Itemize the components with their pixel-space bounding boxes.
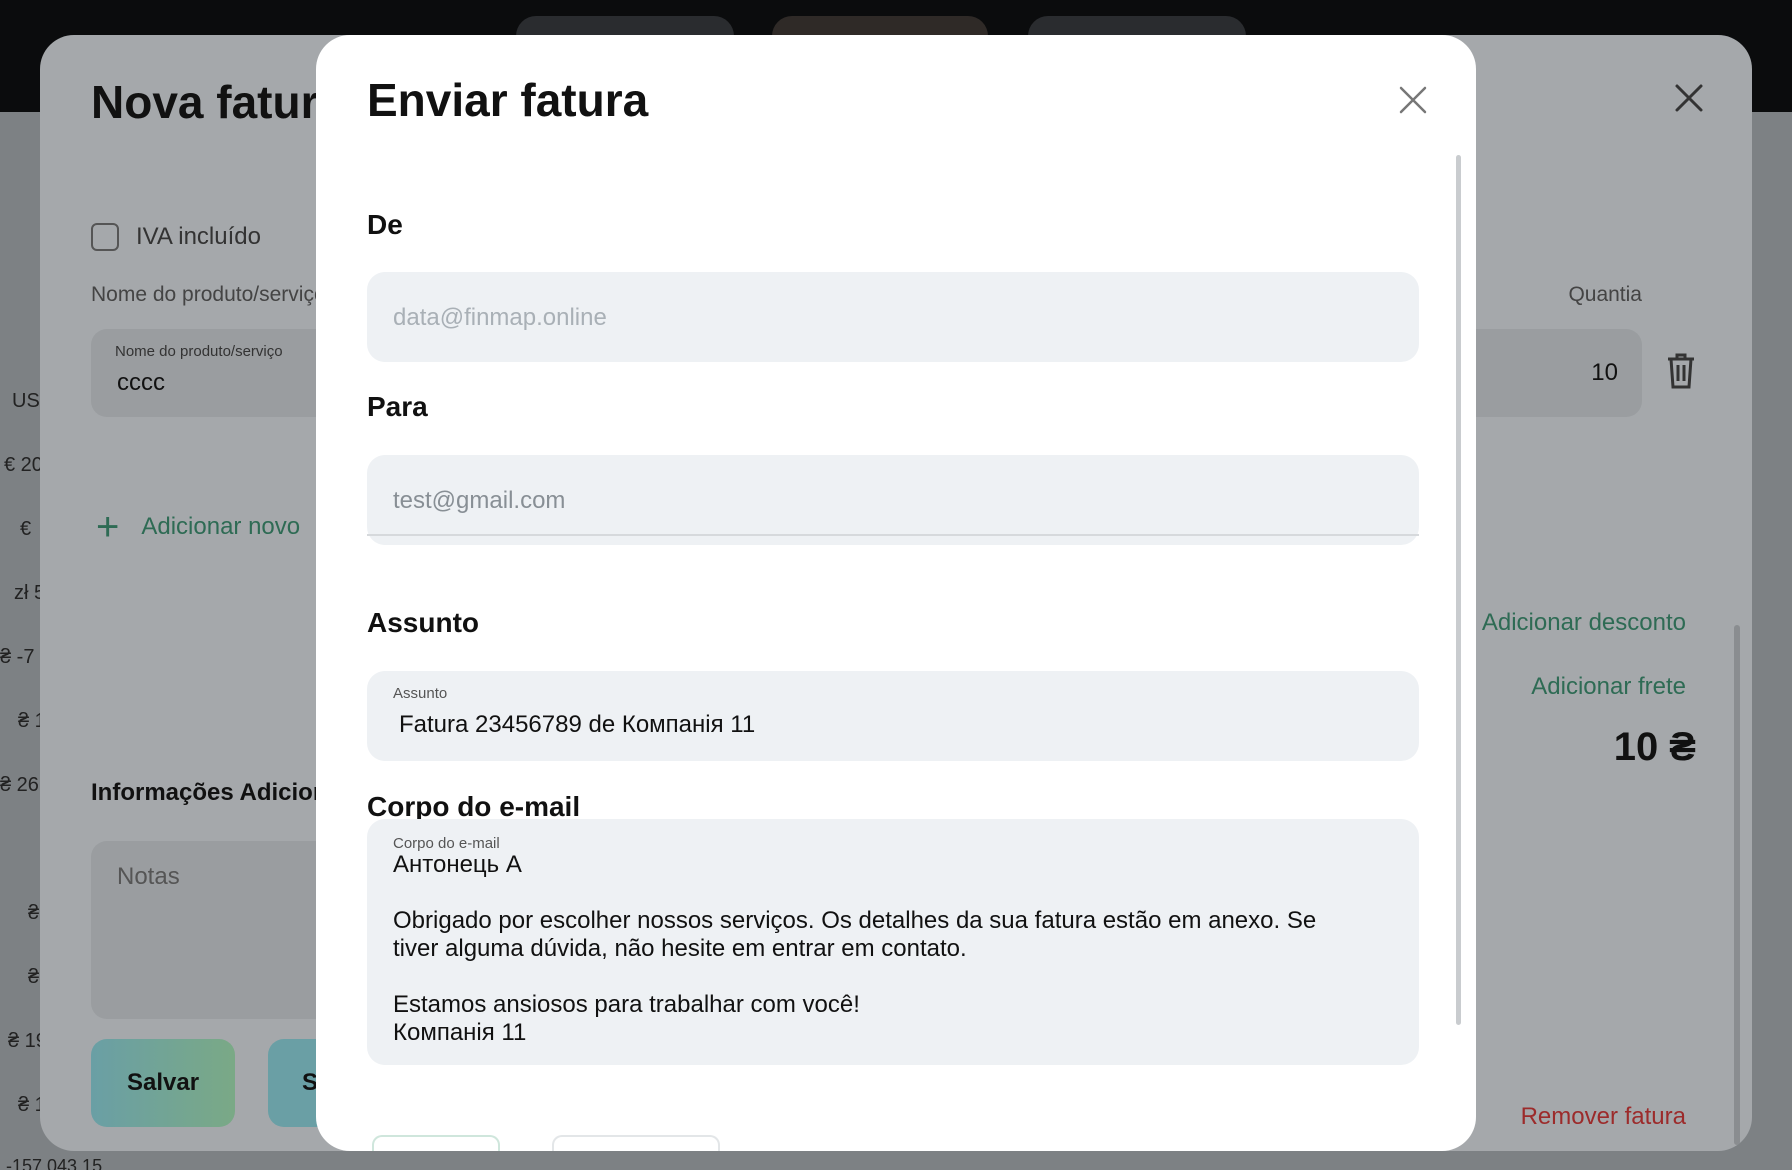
product-name-value: cccc xyxy=(117,369,165,396)
subject-field-value: Fatura 23456789 de Компанія 11 xyxy=(399,711,756,738)
email-body-field-label: Corpo do e-mail xyxy=(393,835,500,852)
save-button-label: Salvar xyxy=(126,1069,200,1096)
product-name-field[interactable]: Nome do produto/serviço cccc xyxy=(91,329,351,417)
quantity-column-header: Quantia xyxy=(1568,283,1642,306)
subject-section-label: Assunto xyxy=(367,607,479,638)
close-icon[interactable] xyxy=(1398,85,1428,115)
email-body-line xyxy=(393,963,1393,991)
vat-checkbox-label: IVA incluído xyxy=(136,223,261,250)
save-button[interactable]: Salvar xyxy=(91,1039,235,1127)
add-discount-button[interactable]: Adicionar desconto xyxy=(1482,609,1686,637)
email-body-line: Estamos ansiosos para trabalhar com você… xyxy=(393,991,860,1018)
side-value: US xyxy=(12,390,40,412)
notes-field[interactable]: Notas xyxy=(91,841,351,1019)
email-body-line: Obrigado por escolher nossos serviços. O… xyxy=(393,907,1317,934)
add-freight-button[interactable]: Adicionar frete xyxy=(1531,673,1686,701)
from-label: De xyxy=(367,209,403,240)
from-field[interactable]: data@finmap.online xyxy=(367,272,1419,362)
product-column-header: Nome do produto/serviço xyxy=(91,283,326,306)
invoice-title: Nova fatura xyxy=(91,76,345,128)
modal-title: Enviar fatura xyxy=(367,74,649,126)
invoice-total: 10 ₴ xyxy=(1613,725,1696,769)
plus-icon: + xyxy=(96,505,120,549)
side-value: ₴ xyxy=(28,902,40,924)
side-value: ₴ -7 xyxy=(0,646,35,668)
side-value: ₴ xyxy=(28,966,40,988)
invoice-scrollbar[interactable] xyxy=(1734,625,1740,1145)
background-side-values: US € 20 € zł 5 ₴ -7 ₴ 1 ₴ 26 ₴ ₴ ₴ 19 ₴ … xyxy=(0,0,102,1170)
add-new-item-label: Adicionar novo xyxy=(141,512,301,540)
quantity-value: 10 xyxy=(1591,359,1618,386)
trash-icon[interactable] xyxy=(1666,353,1696,389)
send-invoice-modal: Enviar fatura De data@finmap.online Para… xyxy=(316,35,1476,1151)
side-value: ₴ 26 xyxy=(0,774,39,796)
subject-field[interactable]: Assunto Fatura 23456789 de Компанія 11 xyxy=(367,671,1419,761)
remove-invoice-button[interactable]: Remover fatura xyxy=(1521,1103,1686,1131)
email-body-line: Компанія 11 xyxy=(393,1019,527,1046)
email-body-line: tiver alguma dúvida, não hesite em entra… xyxy=(393,935,967,962)
product-name-label: Nome do produto/serviço xyxy=(115,343,283,360)
email-body-field[interactable]: Corpo do e-mail Антонець А Obrigado por … xyxy=(367,819,1419,1065)
vat-checkbox[interactable] xyxy=(91,223,119,251)
email-body-line: Антонець А xyxy=(393,851,522,878)
from-placeholder: data@finmap.online xyxy=(393,304,607,331)
close-icon[interactable] xyxy=(1674,83,1704,113)
cancel-button[interactable] xyxy=(552,1135,720,1151)
add-new-item-button[interactable]: + Adicionar novo xyxy=(96,505,300,550)
notes-placeholder: Notas xyxy=(117,863,180,890)
divider xyxy=(367,534,1419,536)
email-body-line xyxy=(393,879,1393,907)
side-value: € xyxy=(20,518,32,540)
subject-field-label: Assunto xyxy=(393,685,448,702)
to-label: Para xyxy=(367,391,428,422)
email-body-text: Антонець А Obrigado por escolher nossos … xyxy=(393,851,1393,1047)
side-value: -157 043,15 xyxy=(6,1156,103,1170)
send-button[interactable] xyxy=(372,1135,500,1151)
side-value: € 20 xyxy=(4,454,43,476)
to-field[interactable]: test@gmail.com xyxy=(367,455,1419,545)
to-placeholder: test@gmail.com xyxy=(393,487,566,514)
modal-scrollbar[interactable] xyxy=(1456,155,1461,1025)
